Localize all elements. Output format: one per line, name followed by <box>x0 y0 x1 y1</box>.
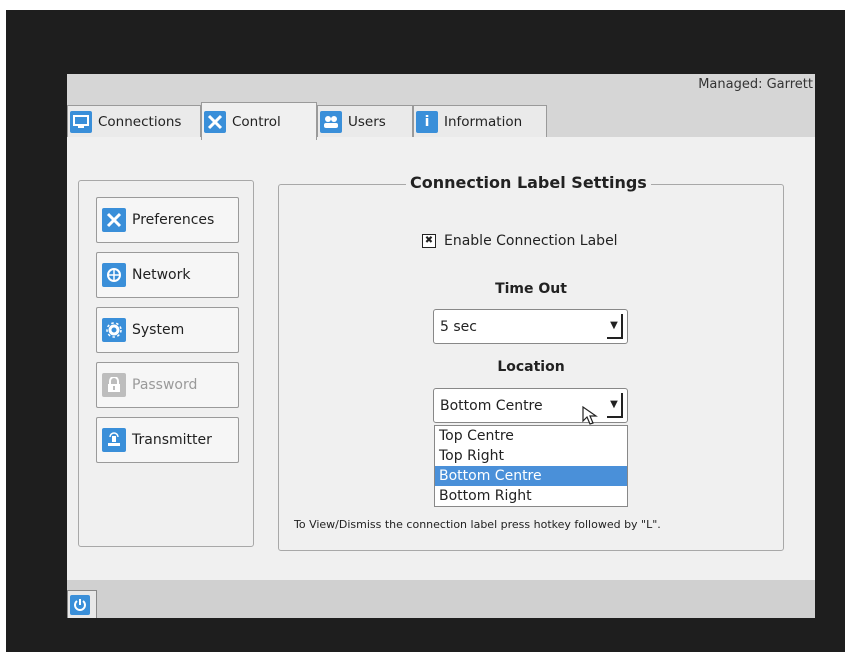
tab-information[interactable]: i Information <box>413 105 547 137</box>
chevron-down-icon: ▼ <box>607 393 623 418</box>
location-value: Bottom Centre <box>440 397 543 414</box>
sidebar-item-label: Password <box>132 377 198 393</box>
hotkey-hint: To View/Dismiss the connection label pre… <box>294 518 661 531</box>
tab-users[interactable]: Users <box>317 105 413 137</box>
mouse-cursor-icon <box>581 405 603 427</box>
location-dropdown-list: Top Centre Top Right Bottom Centre Botto… <box>434 425 628 507</box>
control-content: Preferences Network System Password Tran… <box>67 140 815 580</box>
managed-status: Managed: Garrett <box>698 77 813 92</box>
enable-connection-label-checkbox[interactable]: ✖ Enable Connection Label <box>422 233 618 249</box>
location-label: Location <box>497 359 565 375</box>
tab-label: Connections <box>98 113 182 130</box>
checkbox-label: Enable Connection Label <box>444 233 618 249</box>
sidebar-item-transmitter[interactable]: Transmitter <box>96 417 239 463</box>
power-icon <box>70 595 90 615</box>
sidebar-item-label: System <box>132 322 185 338</box>
transmitter-icon <box>102 428 126 452</box>
osd-screen: Managed: Garrett Connections Control Use… <box>67 74 815 618</box>
power-button[interactable] <box>67 590 97 618</box>
bottom-bar <box>67 580 815 618</box>
timeout-value: 5 sec <box>440 318 477 335</box>
users-icon <box>320 110 342 133</box>
tab-control[interactable]: Control <box>201 102 317 140</box>
tools-icon <box>102 208 126 232</box>
chevron-down-icon: ▼ <box>607 314 623 339</box>
sidebar-item-system[interactable]: System <box>96 307 239 353</box>
monitor-icon <box>70 110 92 133</box>
tab-connections[interactable]: Connections <box>67 105 201 137</box>
lock-icon <box>102 373 126 397</box>
sidebar-item-password[interactable]: Password <box>96 362 239 408</box>
gear-icon <box>102 318 126 342</box>
sidebar-item-label: Transmitter <box>132 432 212 448</box>
info-icon: i <box>416 110 438 133</box>
sidebar-panel: Preferences Network System Password Tran… <box>78 180 254 547</box>
sidebar-item-label: Preferences <box>132 212 215 228</box>
location-option-top-right[interactable]: Top Right <box>435 446 627 466</box>
location-option-bottom-centre[interactable]: Bottom Centre <box>435 466 627 486</box>
tab-label: Users <box>348 113 386 130</box>
timeout-select[interactable]: 5 sec ▼ <box>433 309 628 344</box>
checkbox-mark: ✖ <box>422 234 436 248</box>
monitor-bezel: Managed: Garrett Connections Control Use… <box>6 10 845 652</box>
location-option-top-centre[interactable]: Top Centre <box>435 426 627 446</box>
tab-label: Control <box>232 113 281 130</box>
tab-label: Information <box>444 113 523 130</box>
location-option-bottom-right[interactable]: Bottom Right <box>435 486 627 506</box>
settings-title: Connection Label Settings <box>406 173 651 192</box>
tools-icon <box>204 110 226 133</box>
connection-label-settings: Connection Label Settings ✖ Enable Conne… <box>278 173 784 551</box>
timeout-label: Time Out <box>495 281 567 297</box>
sidebar-item-network[interactable]: Network <box>96 252 239 298</box>
sidebar-item-preferences[interactable]: Preferences <box>96 197 239 243</box>
globe-icon <box>102 263 126 287</box>
top-bar: Managed: Garrett Connections Control Use… <box>67 74 815 140</box>
sidebar-item-label: Network <box>132 267 191 283</box>
